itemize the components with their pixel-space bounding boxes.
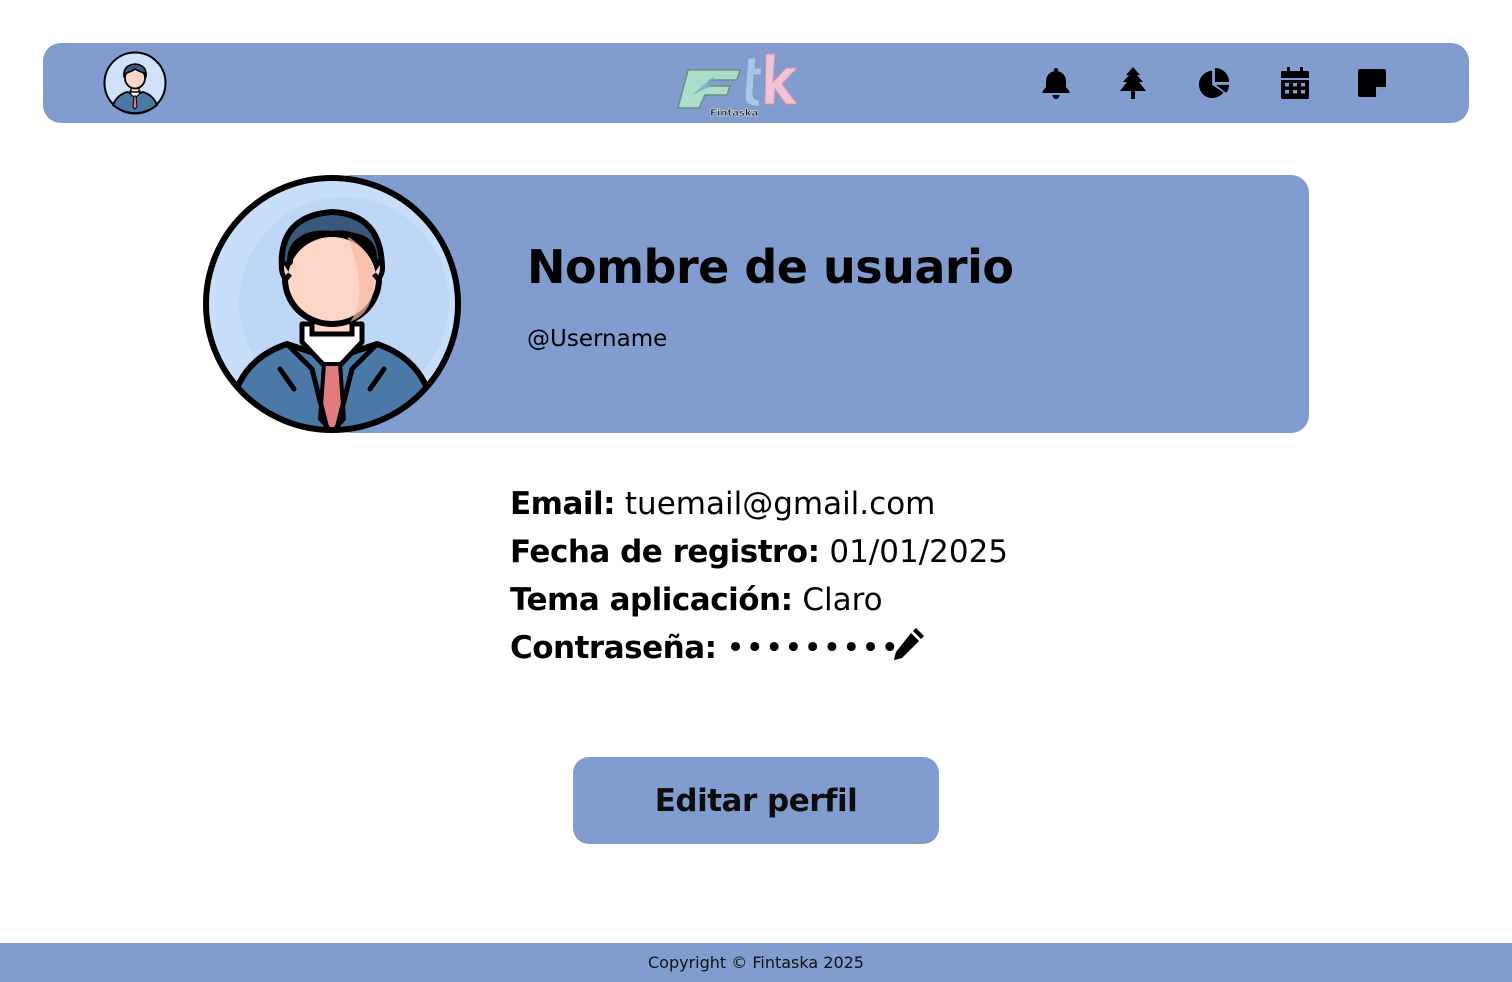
- theme-value: Claro: [802, 582, 883, 618]
- calendar-icon: [1281, 67, 1309, 99]
- statistics-button[interactable]: [1196, 65, 1232, 101]
- pie-chart-icon: [1198, 67, 1230, 99]
- pencil-icon: [894, 628, 924, 660]
- registration-row: Fecha de registro: 01/01/2025: [510, 532, 1008, 572]
- bell-icon: [1042, 68, 1070, 99]
- password-value: •••••••••: [726, 630, 900, 666]
- email-row: Email: tuemail@gmail.com: [510, 484, 935, 524]
- notes-button[interactable]: [1354, 65, 1390, 101]
- footer: Copyright © Fintaska 2025: [0, 943, 1512, 982]
- tree-icon: [1120, 67, 1146, 99]
- logo-subtext: Fintaska: [710, 108, 758, 118]
- profile-avatar: [202, 174, 462, 434]
- profile-page: Fintaska Nombre de usuario @Username Ema…: [0, 0, 1512, 982]
- username-handle: @Username: [527, 326, 668, 352]
- app-logo[interactable]: Fintaska: [674, 50, 804, 118]
- email-value: tuemail@gmail.com: [624, 486, 936, 522]
- profile-avatar-icon: [203, 175, 461, 433]
- user-avatar-button[interactable]: [103, 51, 167, 115]
- user-avatar-icon: [103, 51, 167, 115]
- theme-row: Tema aplicación: Claro: [510, 580, 883, 620]
- calendar-button[interactable]: [1277, 65, 1313, 101]
- registration-label: Fecha de registro:: [510, 534, 820, 570]
- password-row: Contraseña: •••••••••: [510, 628, 900, 668]
- theme-label: Tema aplicación:: [510, 582, 793, 618]
- fintaska-logo: Fintaska: [677, 53, 799, 118]
- sticky-note-icon: [1358, 69, 1386, 97]
- display-name: Nombre de usuario: [527, 240, 1014, 294]
- email-label: Email:: [510, 486, 616, 522]
- edit-profile-button[interactable]: Editar perfil: [573, 757, 939, 844]
- profile-banner: [333, 175, 1309, 433]
- password-label: Contraseña:: [510, 630, 717, 666]
- registration-value: 01/01/2025: [829, 534, 1009, 570]
- notifications-button[interactable]: [1038, 65, 1074, 101]
- top-navbar: Fintaska: [43, 43, 1469, 123]
- copyright-text: Copyright © Fintaska 2025: [648, 953, 864, 972]
- edit-password-button[interactable]: [890, 626, 928, 662]
- tree-button[interactable]: [1115, 65, 1151, 101]
